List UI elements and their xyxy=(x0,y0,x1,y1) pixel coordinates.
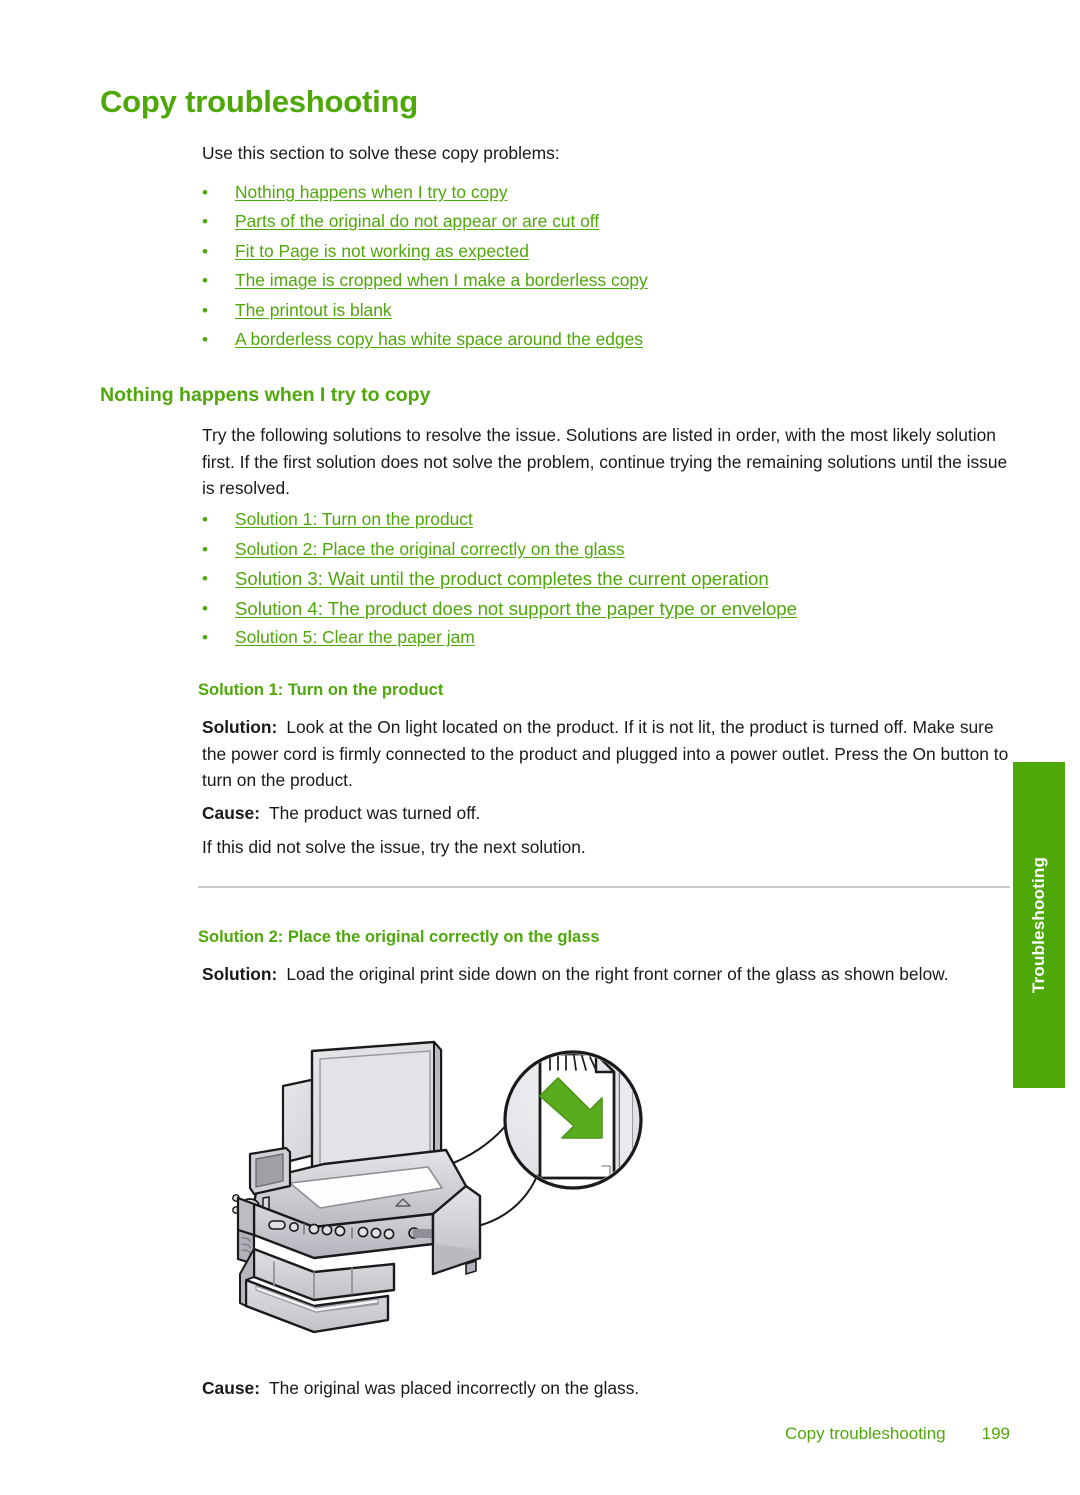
solution-link[interactable]: Solution 2: Place the original correctly… xyxy=(235,539,625,559)
list-item[interactable]: • Nothing happens when I try to copy xyxy=(198,178,648,207)
solution-1-heading: Solution 1: Turn on the product xyxy=(198,681,444,699)
bullet-icon: • xyxy=(202,598,208,618)
cause-body: The original was placed incorrectly on t… xyxy=(269,1378,640,1398)
section-divider xyxy=(198,886,1010,888)
problem-link[interactable]: A borderless copy has white space around… xyxy=(235,329,643,349)
solution-1-solution-paragraph: Solution: Look at the On light located on… xyxy=(202,714,1014,794)
solution-label: Solution: xyxy=(202,964,278,984)
page-footer: Copy troubleshooting 199 xyxy=(198,1424,1010,1444)
solution-link[interactable]: Solution 3: Wait until the product compl… xyxy=(235,568,769,589)
cause-label: Cause: xyxy=(202,803,260,823)
solution-2-cause-paragraph: Cause: The original was placed incorrectl… xyxy=(202,1375,1014,1402)
list-item[interactable]: • Fit to Page is not working as expected xyxy=(198,237,648,266)
solution-body: Look at the On light located on the prod… xyxy=(202,717,1009,790)
list-item[interactable]: • Solution 4: The product does not suppo… xyxy=(198,594,797,624)
list-item[interactable]: • Parts of the original do not appear or… xyxy=(198,207,648,236)
bullet-icon: • xyxy=(202,183,208,202)
solution-1-followup: If this did not solve the issue, try the… xyxy=(202,837,586,857)
problem-link[interactable]: The image is cropped when I make a borde… xyxy=(235,270,648,290)
solution-2-solution-paragraph: Solution: Load the original print side do… xyxy=(202,961,1014,988)
document-page: Copy troubleshooting Use this section to… xyxy=(0,0,1080,1495)
section-intro-paragraph: Try the following solutions to resolve t… xyxy=(202,425,1008,498)
printer-graphic xyxy=(232,1040,643,1334)
solution-link[interactable]: Solution 5: Clear the paper jam xyxy=(235,627,475,647)
problem-link[interactable]: Fit to Page is not working as expected xyxy=(235,241,529,261)
solution-link[interactable]: Solution 1: Turn on the product xyxy=(235,509,473,529)
solution-link[interactable]: Solution 4: The product does not support… xyxy=(235,598,797,619)
bullet-icon: • xyxy=(202,330,208,350)
paper-output-tray xyxy=(239,1247,396,1334)
bullet-icon: • xyxy=(202,271,208,291)
bullet-icon: • xyxy=(202,510,208,529)
footer-chapter: Copy troubleshooting xyxy=(784,1424,946,1443)
bullet-icon: • xyxy=(202,212,208,232)
list-item[interactable]: • Solution 2: Place the original correct… xyxy=(198,535,797,565)
problem-link-list: • Nothing happens when I try to copy • P… xyxy=(198,178,648,354)
solution-label: Solution: xyxy=(202,717,278,737)
solution-link-list: • Solution 1: Turn on the product • Solu… xyxy=(198,505,797,653)
list-item[interactable]: • Solution 3: Wait until the product com… xyxy=(198,564,797,594)
problem-link[interactable]: Parts of the original do not appear or a… xyxy=(235,211,599,231)
solution-2-heading: Solution 2: Place the original correctly… xyxy=(198,928,600,946)
bullet-icon: • xyxy=(202,300,208,320)
intro-paragraph: Use this section to solve these copy pro… xyxy=(202,143,560,163)
bullet-icon: • xyxy=(202,569,208,588)
list-item[interactable]: • Solution 1: Turn on the product xyxy=(198,505,797,535)
problem-link[interactable]: The printout is blank xyxy=(235,300,392,320)
chapter-side-tab-label: Troubleshooting xyxy=(1029,856,1048,994)
cause-label: Cause: xyxy=(202,1378,260,1398)
solution-body: Load the original print side down on the… xyxy=(286,964,949,984)
problem-link[interactable]: Nothing happens when I try to copy xyxy=(235,182,508,202)
bullet-icon: • xyxy=(202,241,208,261)
cause-body: The product was turned off. xyxy=(269,803,481,823)
callout-magnifier xyxy=(503,1050,643,1190)
page-title: Copy troubleshooting xyxy=(100,84,419,119)
chapter-side-tab: Troubleshooting xyxy=(1013,762,1065,1088)
list-item[interactable]: • A borderless copy has white space arou… xyxy=(198,325,648,354)
bullet-icon: • xyxy=(202,628,208,647)
section-heading: Nothing happens when I try to copy xyxy=(100,384,431,406)
solution-1-cause-paragraph: Cause: The product was turned off. xyxy=(202,800,1014,827)
footer-page-number: 199 xyxy=(981,1424,1010,1443)
all-in-one-printer-load-original-diagram xyxy=(228,1028,658,1358)
bullet-icon: • xyxy=(202,539,208,559)
list-item[interactable]: • Solution 5: Clear the paper jam xyxy=(198,623,797,653)
list-item[interactable]: • The printout is blank xyxy=(198,296,648,325)
list-item[interactable]: • The image is cropped when I make a bor… xyxy=(198,266,648,295)
